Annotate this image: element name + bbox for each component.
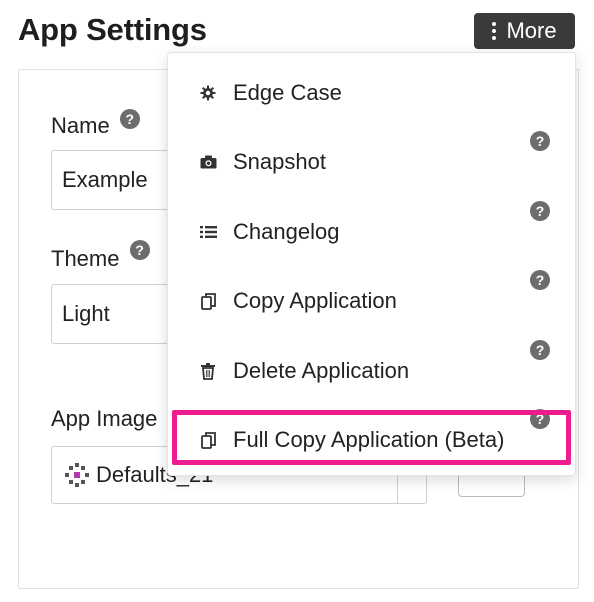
trash-icon bbox=[199, 362, 217, 380]
menu-item-delete-application[interactable]: Delete Application ? bbox=[168, 340, 577, 393]
page-title: App Settings bbox=[18, 12, 207, 47]
help-icon[interactable]: ? bbox=[530, 201, 550, 221]
kebab-icon bbox=[492, 22, 497, 40]
menu-item-label: Snapshot bbox=[233, 149, 326, 174]
help-icon[interactable]: ? bbox=[129, 240, 150, 260]
help-icon[interactable]: ? bbox=[530, 409, 550, 429]
theme-label-group: Theme ? bbox=[51, 240, 150, 272]
name-label: Name bbox=[51, 113, 110, 138]
menu-item-snapshot[interactable]: Snapshot ? bbox=[168, 131, 577, 184]
app-image-thumbnail-icon bbox=[65, 463, 89, 487]
camera-icon bbox=[199, 153, 217, 171]
gear-icon bbox=[199, 84, 217, 102]
theme-label: Theme bbox=[51, 246, 120, 271]
menu-item-copy-application[interactable]: Copy Application ? bbox=[168, 270, 577, 323]
app-image-label: App Image bbox=[51, 406, 158, 431]
menu-item-label: Edge Case bbox=[233, 80, 342, 105]
menu-item-changelog[interactable]: Changelog ? bbox=[168, 201, 577, 254]
more-button[interactable]: More bbox=[474, 13, 575, 49]
menu-item-edge-case[interactable]: Edge Case bbox=[168, 71, 577, 115]
help-icon[interactable]: ? bbox=[530, 131, 550, 151]
theme-select-value: Light bbox=[62, 301, 110, 326]
help-icon[interactable]: ? bbox=[119, 109, 140, 129]
name-label-group: Name ? bbox=[51, 109, 140, 139]
menu-item-label: Full Copy Application (Beta) bbox=[233, 427, 505, 452]
help-icon[interactable]: ? bbox=[530, 270, 550, 290]
help-icon[interactable]: ? bbox=[530, 340, 550, 360]
more-dropdown-menu: Edge Case Snapshot ? Changelog ? Copy Ap… bbox=[167, 52, 576, 476]
copy-icon bbox=[199, 431, 217, 449]
list-icon bbox=[199, 223, 217, 241]
menu-item-label: Delete Application bbox=[233, 358, 410, 383]
more-button-label: More bbox=[506, 18, 557, 43]
menu-item-full-copy-application[interactable]: Full Copy Application (Beta) ? bbox=[168, 409, 577, 462]
copy-icon bbox=[199, 292, 217, 310]
name-input-value: Example bbox=[62, 167, 148, 192]
menu-item-label: Copy Application bbox=[233, 288, 397, 313]
menu-item-label: Changelog bbox=[233, 219, 340, 244]
